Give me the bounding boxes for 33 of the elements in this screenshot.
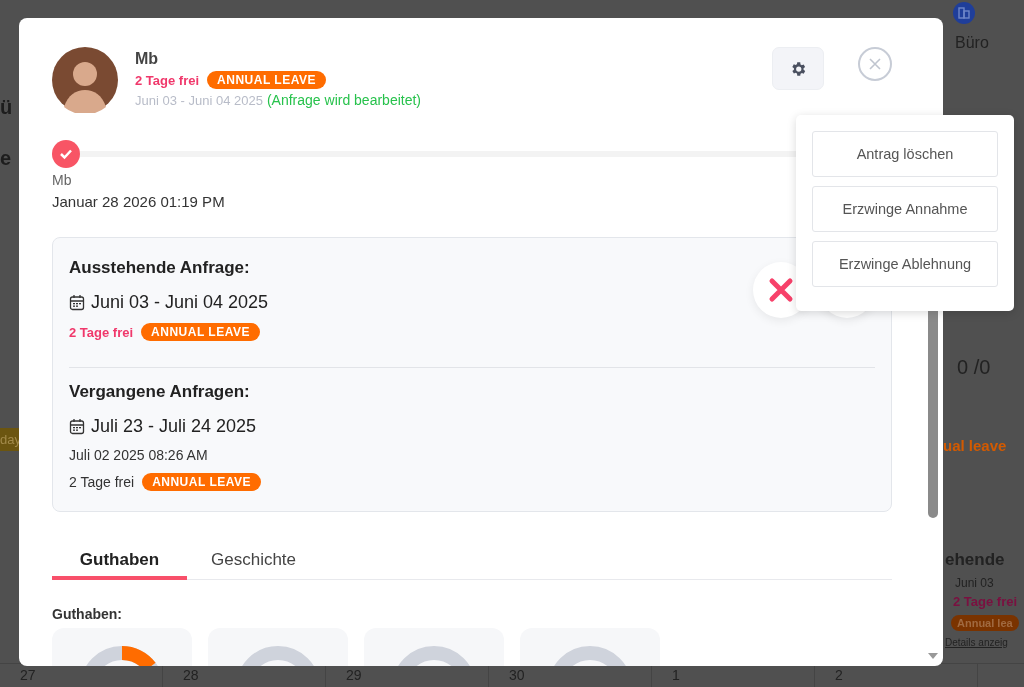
section-title: Vergangene Anfragen: (69, 382, 251, 402)
close-icon (868, 57, 882, 71)
date-range: Juli 23 - Juli 24 2025 (91, 416, 257, 437)
submitted-time: Juli 02 2025 08:26 AM (69, 447, 209, 463)
employee-name: Mb (135, 50, 160, 68)
section-title: Ausstehende Anfrage: (69, 258, 251, 278)
days-off: 2 Tage frei (69, 324, 134, 340)
avatar-icon (52, 47, 118, 113)
menu-item[interactable]: Erzwinge Annahme (812, 186, 998, 232)
cross-icon (768, 276, 794, 303)
background-text: 2 Tage frei (953, 594, 1018, 609)
background-badge: Annual lea (951, 615, 1019, 631)
settings-button[interactable] (772, 47, 824, 90)
background-text: ual leave (943, 437, 1007, 454)
menu-item[interactable]: Erzwinge Ablehnung (812, 241, 998, 287)
section-title: Guthaben: (52, 606, 123, 622)
tab[interactable]: Guthaben (52, 550, 187, 580)
leave-type-badge: ANNUAL LEAVE (141, 323, 260, 341)
check-icon (59, 148, 73, 160)
menu-item[interactable]: Antrag löschen (812, 131, 998, 177)
date-range: Juni 03 - Juni 04 2025 (135, 92, 263, 108)
request-status: (Anfrage wird bearbeitet) (266, 92, 421, 108)
building-icon (953, 2, 975, 24)
scroll-down-icon[interactable] (928, 653, 938, 659)
days-off: 2 Tage frei (135, 72, 200, 88)
calendar-icon (69, 294, 85, 311)
date-range: Juni 03 - Juni 04 2025 (91, 292, 269, 313)
leave-type-badge: ANNUAL LEAVE (142, 473, 262, 491)
leave-type-badge: ANNUAL LEAVE (207, 71, 326, 89)
approver-name: Mb (52, 172, 73, 188)
calendar-icon (69, 418, 85, 435)
days-off: 2 Tage frei (69, 474, 135, 490)
tab[interactable]: Geschichte (187, 550, 321, 580)
